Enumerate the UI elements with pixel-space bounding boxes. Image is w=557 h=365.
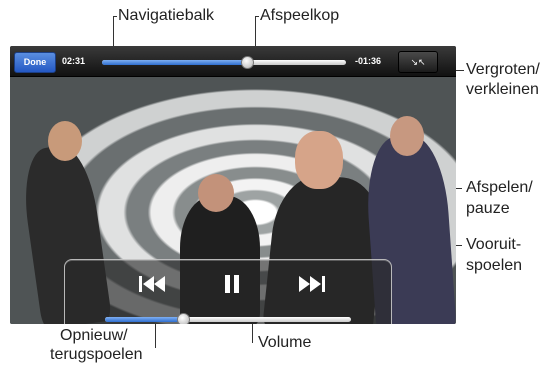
volume-knob[interactable]: [176, 313, 190, 324]
callout-playhead: Afspeelkop: [260, 7, 340, 24]
leader-line-scrubber-h: [113, 16, 117, 17]
playhead[interactable]: [241, 56, 255, 69]
volume-slider[interactable]: [105, 317, 351, 322]
callout-previous-line1: Opnieuw/: [60, 327, 128, 344]
playback-controls-panel: [64, 259, 392, 324]
volume-fill: [105, 317, 184, 322]
callout-scale-line1: Vergroten/: [466, 61, 540, 78]
remaining-time: -01:36: [355, 56, 382, 66]
play-pause-button[interactable]: [215, 272, 249, 296]
scrubber-bar[interactable]: [102, 60, 346, 65]
callout-next-line1: Vooruit-: [466, 236, 522, 253]
top-control-bar: Done 02:31 -01:36 ↘↖: [10, 46, 456, 77]
callout-scrubber-bar: Navigatiebalk: [118, 7, 215, 24]
callout-scale-line2: verkleinen: [466, 81, 539, 98]
rewind-icon: [139, 276, 165, 292]
callout-previous-line2: terugspoelen: [50, 346, 143, 363]
leader-line-playhead-h: [255, 16, 259, 17]
video-figure: [295, 131, 343, 189]
fast-forward-button[interactable]: [294, 272, 328, 296]
video-figure: [198, 174, 234, 212]
scale-button[interactable]: ↘↖: [398, 51, 438, 73]
fast-forward-icon: [299, 276, 325, 292]
callout-next-line2: spoelen: [466, 257, 523, 274]
video-figure: [48, 121, 82, 161]
scrubber-progress-fill: [102, 60, 249, 65]
elapsed-time: 02:31: [62, 56, 86, 66]
video-figure: [390, 116, 424, 156]
scale-arrows-icon: ↘↖: [410, 57, 426, 67]
done-button[interactable]: Done: [14, 52, 56, 73]
video-screen: Done 02:31 -01:36 ↘↖: [10, 46, 456, 324]
callout-play-pause-line1: Afspelen/: [466, 179, 533, 196]
pause-icon: [225, 275, 239, 293]
callout-play-pause-line2: pauze: [466, 200, 510, 217]
rewind-button[interactable]: [136, 272, 170, 296]
callout-volume: Volume: [258, 334, 312, 351]
